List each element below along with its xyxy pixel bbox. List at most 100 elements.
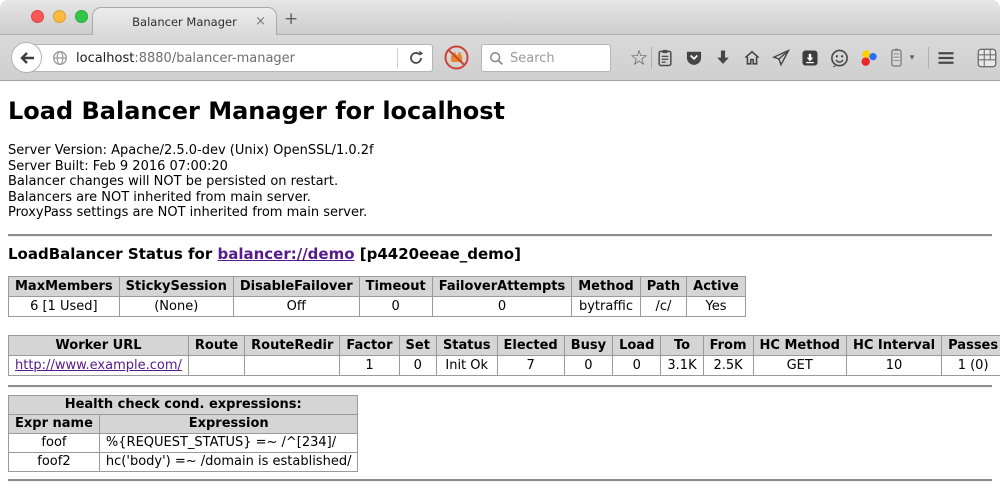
page-content: Load Balancer Manager for localhost Serv… [0, 82, 1000, 491]
titlebar: Balancer Manager × + [0, 0, 1000, 35]
cell-routeredir [245, 355, 340, 375]
col-elected: Elected [497, 335, 564, 355]
page-title: Load Balancer Manager for localhost [8, 97, 992, 125]
send-icon[interactable] [769, 46, 793, 70]
col-expression: Expression [99, 414, 358, 433]
search-box[interactable] [481, 44, 611, 72]
tab-balancer-manager[interactable]: Balancer Manager × [92, 7, 277, 36]
col-timeout: Timeout [359, 276, 432, 296]
url-text[interactable]: localhost:8880/balancer-manager [76, 51, 397, 66]
chevron-down-icon[interactable]: ▾ [905, 46, 919, 70]
navigation-toolbar: localhost:8880/balancer-manager [0, 35, 1000, 81]
tab-close-icon[interactable]: × [255, 14, 266, 29]
balancer-demo-link[interactable]: balancer://demo [217, 245, 354, 263]
heading-suffix: [p4420eeae_demo] [355, 245, 521, 263]
col-route: Route [188, 335, 244, 355]
browser-window: Balancer Manager × + localhost:8880/bala… [0, 0, 1000, 491]
smiley-icon[interactable] [827, 46, 851, 70]
urlbar-separator [397, 48, 398, 68]
cell-passes: 1 (0) [942, 355, 1000, 375]
cell-expression: %{REQUEST_STATUS} =~ /^[234]/ [99, 433, 358, 452]
grid-extension-icon[interactable] [975, 46, 999, 70]
bookmark-star-icon[interactable]: ☆ [627, 46, 651, 70]
cell-expr-name: foof [9, 433, 100, 452]
divider [8, 234, 992, 237]
col-to: To [661, 335, 703, 355]
clipboard-icon[interactable] [653, 46, 677, 70]
col-disablefailover: DisableFailover [233, 276, 359, 296]
search-icon [489, 51, 504, 66]
worker-status-table: Worker URL Route RouteRedir Factor Set S… [8, 335, 1000, 376]
cell-path: /c/ [640, 296, 686, 316]
server-version-line: Server Version: Apache/2.5.0-dev (Unix) … [8, 143, 992, 159]
window-minimize-button[interactable] [53, 10, 66, 23]
new-tab-button[interactable]: + [284, 9, 298, 29]
cell-hc-interval: 10 [846, 355, 941, 375]
table-header-row: MaxMembers StickySession DisableFailover… [9, 276, 746, 296]
plugin-blocked-icon[interactable] [443, 44, 470, 71]
url-path: :8880/balancer-manager [134, 51, 295, 66]
worker-row: http://www.example.com/ 1 0 Init Ok 7 0 … [9, 355, 1000, 375]
window-close-button[interactable] [31, 10, 44, 23]
cell-set: 0 [399, 355, 436, 375]
menu-hamburger-icon[interactable] [934, 46, 958, 70]
cell-from: 2.5K [703, 355, 753, 375]
downloads-icon[interactable] [711, 46, 735, 70]
reload-button[interactable] [404, 50, 428, 66]
cell-to: 3.1K [661, 355, 703, 375]
cell-expr-name: foof2 [9, 452, 100, 471]
col-stickysession: StickySession [119, 276, 233, 296]
cell-failoverattempts: 0 [432, 296, 572, 316]
cell-load: 0 [613, 355, 661, 375]
col-status: Status [436, 335, 497, 355]
col-set: Set [399, 335, 436, 355]
tab-title: Balancer Manager [132, 15, 237, 29]
cell-hc-method: GET [753, 355, 846, 375]
server-built-line: Server Built: Feb 9 2016 07:00:20 [8, 159, 992, 175]
col-hc-interval: HC Interval [846, 335, 941, 355]
cell-timeout: 0 [359, 296, 432, 316]
pocket-icon[interactable] [682, 46, 706, 70]
url-bar[interactable]: localhost:8880/balancer-manager [27, 44, 433, 72]
colored-dots-icon[interactable] [856, 46, 880, 70]
cell-expression: hc('body') =~ /domain is established/ [99, 452, 358, 471]
divider [8, 385, 992, 388]
toolbar-separator-2 [928, 47, 929, 69]
worker-url-link[interactable]: http://www.example.com/ [15, 358, 182, 373]
star-glyph: ☆ [630, 47, 649, 69]
balancer-inherit-note: Balancers are NOT inherited from main se… [8, 190, 992, 206]
search-input[interactable] [510, 51, 600, 66]
extension-download-icon[interactable] [798, 46, 822, 70]
window-zoom-button[interactable] [75, 10, 88, 23]
table-row: 6 [1 Used] (None) Off 0 0 bytraffic /c/ … [9, 296, 746, 316]
divider [8, 479, 992, 482]
col-routeredir: RouteRedir [245, 335, 340, 355]
cell-factor: 1 [340, 355, 399, 375]
cell-busy: 0 [564, 355, 612, 375]
cell-status: Init Ok [436, 355, 497, 375]
col-failoverattempts: FailoverAttempts [432, 276, 572, 296]
table-header-row: Worker URL Route RouteRedir Factor Set S… [9, 335, 1000, 355]
col-busy: Busy [564, 335, 612, 355]
cell-route [188, 355, 244, 375]
balancer-section-heading: LoadBalancer Status for balancer://demo … [8, 245, 992, 263]
col-method: Method [572, 276, 640, 296]
toolbar-separator [651, 47, 652, 69]
globe-icon [52, 50, 68, 66]
balancer-status-table: MaxMembers StickySession DisableFailover… [8, 276, 746, 317]
col-maxmembers: MaxMembers [9, 276, 120, 296]
back-button[interactable] [11, 42, 42, 73]
balancer-persist-note: Balancer changes will NOT be persisted o… [8, 174, 992, 190]
col-factor: Factor [340, 335, 399, 355]
col-from: From [703, 335, 753, 355]
cell-elected: 7 [497, 355, 564, 375]
cell-active: Yes [687, 296, 746, 316]
cell-worker-url: http://www.example.com/ [9, 355, 189, 375]
health-check-table: Health check cond. expressions: Expr nam… [8, 395, 358, 472]
caret-glyph: ▾ [910, 53, 915, 63]
col-passes: Passes [942, 335, 1000, 355]
col-path: Path [640, 276, 686, 296]
home-icon[interactable] [740, 46, 764, 70]
health-table-title: Health check cond. expressions: [9, 395, 358, 414]
col-expr-name: Expr name [9, 414, 100, 433]
